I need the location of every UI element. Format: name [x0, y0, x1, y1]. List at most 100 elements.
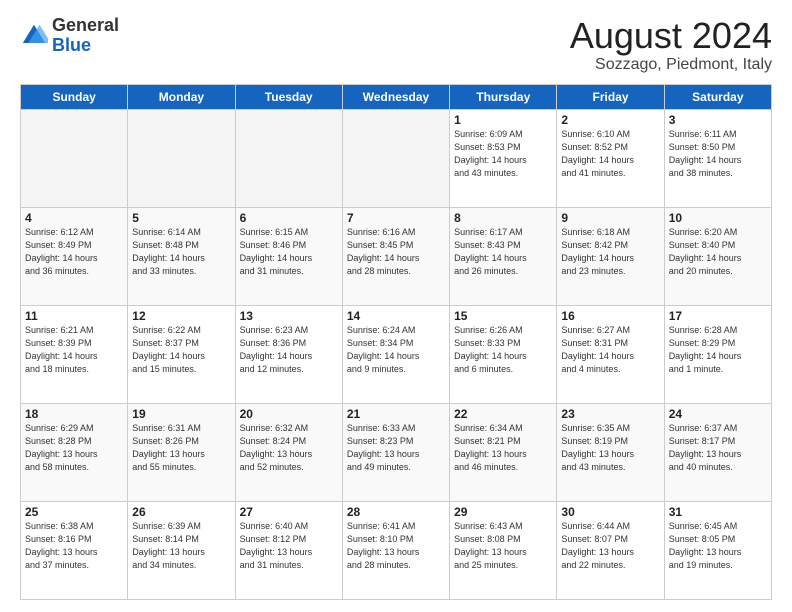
calendar-week-row: 1Sunrise: 6:09 AM Sunset: 8:53 PM Daylig…	[21, 109, 772, 207]
logo-blue-text: Blue	[52, 35, 91, 55]
day-info: Sunrise: 6:38 AM Sunset: 8:16 PM Dayligh…	[25, 520, 123, 572]
calendar-cell: 27Sunrise: 6:40 AM Sunset: 8:12 PM Dayli…	[235, 501, 342, 599]
day-number: 8	[454, 211, 552, 225]
day-number: 29	[454, 505, 552, 519]
calendar-cell: 16Sunrise: 6:27 AM Sunset: 8:31 PM Dayli…	[557, 305, 664, 403]
day-info: Sunrise: 6:12 AM Sunset: 8:49 PM Dayligh…	[25, 226, 123, 278]
calendar-cell	[235, 109, 342, 207]
calendar-cell: 8Sunrise: 6:17 AM Sunset: 8:43 PM Daylig…	[450, 207, 557, 305]
calendar-cell: 21Sunrise: 6:33 AM Sunset: 8:23 PM Dayli…	[342, 403, 449, 501]
day-number: 14	[347, 309, 445, 323]
calendar-cell	[342, 109, 449, 207]
day-info: Sunrise: 6:24 AM Sunset: 8:34 PM Dayligh…	[347, 324, 445, 376]
calendar-cell: 26Sunrise: 6:39 AM Sunset: 8:14 PM Dayli…	[128, 501, 235, 599]
day-number: 17	[669, 309, 767, 323]
calendar-cell: 2Sunrise: 6:10 AM Sunset: 8:52 PM Daylig…	[557, 109, 664, 207]
calendar-day-header: Monday	[128, 84, 235, 109]
calendar-cell: 17Sunrise: 6:28 AM Sunset: 8:29 PM Dayli…	[664, 305, 771, 403]
calendar-day-header: Sunday	[21, 84, 128, 109]
day-info: Sunrise: 6:22 AM Sunset: 8:37 PM Dayligh…	[132, 324, 230, 376]
day-number: 5	[132, 211, 230, 225]
page: General Blue August 2024 Sozzago, Piedmo…	[0, 0, 792, 612]
calendar-cell: 7Sunrise: 6:16 AM Sunset: 8:45 PM Daylig…	[342, 207, 449, 305]
calendar-cell: 9Sunrise: 6:18 AM Sunset: 8:42 PM Daylig…	[557, 207, 664, 305]
day-info: Sunrise: 6:15 AM Sunset: 8:46 PM Dayligh…	[240, 226, 338, 278]
day-number: 16	[561, 309, 659, 323]
day-number: 4	[25, 211, 123, 225]
calendar-cell: 24Sunrise: 6:37 AM Sunset: 8:17 PM Dayli…	[664, 403, 771, 501]
title-section: August 2024 Sozzago, Piedmont, Italy	[570, 16, 772, 74]
day-info: Sunrise: 6:23 AM Sunset: 8:36 PM Dayligh…	[240, 324, 338, 376]
day-info: Sunrise: 6:28 AM Sunset: 8:29 PM Dayligh…	[669, 324, 767, 376]
day-info: Sunrise: 6:32 AM Sunset: 8:24 PM Dayligh…	[240, 422, 338, 474]
calendar-cell: 28Sunrise: 6:41 AM Sunset: 8:10 PM Dayli…	[342, 501, 449, 599]
day-info: Sunrise: 6:14 AM Sunset: 8:48 PM Dayligh…	[132, 226, 230, 278]
day-info: Sunrise: 6:21 AM Sunset: 8:39 PM Dayligh…	[25, 324, 123, 376]
calendar-cell: 15Sunrise: 6:26 AM Sunset: 8:33 PM Dayli…	[450, 305, 557, 403]
day-info: Sunrise: 6:40 AM Sunset: 8:12 PM Dayligh…	[240, 520, 338, 572]
day-number: 18	[25, 407, 123, 421]
day-number: 13	[240, 309, 338, 323]
day-number: 22	[454, 407, 552, 421]
calendar-header-row: SundayMondayTuesdayWednesdayThursdayFrid…	[21, 84, 772, 109]
day-number: 20	[240, 407, 338, 421]
calendar-cell: 31Sunrise: 6:45 AM Sunset: 8:05 PM Dayli…	[664, 501, 771, 599]
day-info: Sunrise: 6:33 AM Sunset: 8:23 PM Dayligh…	[347, 422, 445, 474]
day-number: 31	[669, 505, 767, 519]
calendar-cell: 6Sunrise: 6:15 AM Sunset: 8:46 PM Daylig…	[235, 207, 342, 305]
calendar-cell: 13Sunrise: 6:23 AM Sunset: 8:36 PM Dayli…	[235, 305, 342, 403]
calendar-cell: 4Sunrise: 6:12 AM Sunset: 8:49 PM Daylig…	[21, 207, 128, 305]
logo-icon	[20, 22, 48, 50]
calendar-day-header: Saturday	[664, 84, 771, 109]
day-number: 10	[669, 211, 767, 225]
calendar-cell: 11Sunrise: 6:21 AM Sunset: 8:39 PM Dayli…	[21, 305, 128, 403]
calendar-week-row: 4Sunrise: 6:12 AM Sunset: 8:49 PM Daylig…	[21, 207, 772, 305]
calendar-week-row: 11Sunrise: 6:21 AM Sunset: 8:39 PM Dayli…	[21, 305, 772, 403]
calendar-week-row: 18Sunrise: 6:29 AM Sunset: 8:28 PM Dayli…	[21, 403, 772, 501]
day-info: Sunrise: 6:09 AM Sunset: 8:53 PM Dayligh…	[454, 128, 552, 180]
day-info: Sunrise: 6:17 AM Sunset: 8:43 PM Dayligh…	[454, 226, 552, 278]
calendar-cell: 1Sunrise: 6:09 AM Sunset: 8:53 PM Daylig…	[450, 109, 557, 207]
calendar-cell: 20Sunrise: 6:32 AM Sunset: 8:24 PM Dayli…	[235, 403, 342, 501]
day-number: 12	[132, 309, 230, 323]
day-number: 11	[25, 309, 123, 323]
calendar-cell: 3Sunrise: 6:11 AM Sunset: 8:50 PM Daylig…	[664, 109, 771, 207]
calendar-table: SundayMondayTuesdayWednesdayThursdayFrid…	[20, 84, 772, 600]
day-info: Sunrise: 6:43 AM Sunset: 8:08 PM Dayligh…	[454, 520, 552, 572]
day-number: 25	[25, 505, 123, 519]
day-info: Sunrise: 6:45 AM Sunset: 8:05 PM Dayligh…	[669, 520, 767, 572]
day-info: Sunrise: 6:18 AM Sunset: 8:42 PM Dayligh…	[561, 226, 659, 278]
calendar-day-header: Tuesday	[235, 84, 342, 109]
day-number: 24	[669, 407, 767, 421]
calendar-day-header: Wednesday	[342, 84, 449, 109]
day-info: Sunrise: 6:37 AM Sunset: 8:17 PM Dayligh…	[669, 422, 767, 474]
calendar-cell: 23Sunrise: 6:35 AM Sunset: 8:19 PM Dayli…	[557, 403, 664, 501]
day-info: Sunrise: 6:10 AM Sunset: 8:52 PM Dayligh…	[561, 128, 659, 180]
header: General Blue August 2024 Sozzago, Piedmo…	[20, 16, 772, 74]
calendar-cell: 30Sunrise: 6:44 AM Sunset: 8:07 PM Dayli…	[557, 501, 664, 599]
subtitle: Sozzago, Piedmont, Italy	[570, 56, 772, 74]
day-info: Sunrise: 6:29 AM Sunset: 8:28 PM Dayligh…	[25, 422, 123, 474]
calendar-cell	[128, 109, 235, 207]
day-number: 6	[240, 211, 338, 225]
day-info: Sunrise: 6:11 AM Sunset: 8:50 PM Dayligh…	[669, 128, 767, 180]
day-number: 26	[132, 505, 230, 519]
day-info: Sunrise: 6:39 AM Sunset: 8:14 PM Dayligh…	[132, 520, 230, 572]
calendar-day-header: Thursday	[450, 84, 557, 109]
calendar-cell: 10Sunrise: 6:20 AM Sunset: 8:40 PM Dayli…	[664, 207, 771, 305]
day-info: Sunrise: 6:35 AM Sunset: 8:19 PM Dayligh…	[561, 422, 659, 474]
day-info: Sunrise: 6:44 AM Sunset: 8:07 PM Dayligh…	[561, 520, 659, 572]
day-info: Sunrise: 6:16 AM Sunset: 8:45 PM Dayligh…	[347, 226, 445, 278]
day-number: 15	[454, 309, 552, 323]
day-number: 9	[561, 211, 659, 225]
calendar-cell: 29Sunrise: 6:43 AM Sunset: 8:08 PM Dayli…	[450, 501, 557, 599]
day-number: 28	[347, 505, 445, 519]
main-title: August 2024	[570, 16, 772, 56]
day-number: 1	[454, 113, 552, 127]
day-number: 27	[240, 505, 338, 519]
day-number: 2	[561, 113, 659, 127]
calendar-week-row: 25Sunrise: 6:38 AM Sunset: 8:16 PM Dayli…	[21, 501, 772, 599]
day-number: 23	[561, 407, 659, 421]
calendar-cell: 14Sunrise: 6:24 AM Sunset: 8:34 PM Dayli…	[342, 305, 449, 403]
day-info: Sunrise: 6:26 AM Sunset: 8:33 PM Dayligh…	[454, 324, 552, 376]
